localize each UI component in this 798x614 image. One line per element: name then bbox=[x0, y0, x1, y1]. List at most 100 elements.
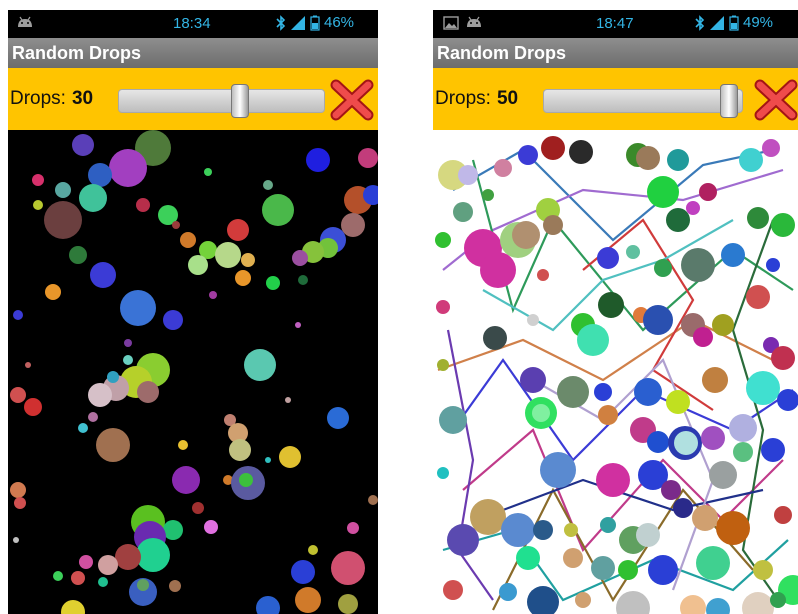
controls-bar: Drops: 30 bbox=[8, 68, 378, 130]
drop bbox=[79, 184, 107, 212]
drop bbox=[169, 580, 181, 592]
drop bbox=[10, 387, 26, 403]
close-icon[interactable] bbox=[754, 79, 798, 121]
drop bbox=[598, 292, 624, 318]
drops-slider[interactable] bbox=[543, 84, 743, 118]
drop bbox=[636, 146, 660, 170]
drop bbox=[338, 594, 358, 614]
slider-knob[interactable] bbox=[231, 84, 249, 118]
drop bbox=[577, 324, 609, 356]
drop bbox=[239, 473, 253, 487]
drop bbox=[180, 232, 196, 248]
drop bbox=[543, 215, 563, 235]
drop bbox=[172, 466, 200, 494]
drop bbox=[701, 426, 725, 450]
drop bbox=[770, 592, 786, 608]
phone-screen-left: 18:34 46% Random Drops Drops: 30 bbox=[8, 10, 378, 614]
drop bbox=[447, 524, 479, 556]
drop bbox=[298, 275, 308, 285]
drop bbox=[766, 258, 780, 272]
drop bbox=[120, 290, 156, 326]
drop bbox=[761, 438, 785, 462]
drop bbox=[594, 383, 612, 401]
drop bbox=[654, 259, 672, 277]
drops-canvas[interactable] bbox=[433, 130, 798, 614]
drop bbox=[458, 165, 478, 185]
drop bbox=[90, 262, 116, 288]
drop bbox=[53, 571, 63, 581]
drop bbox=[483, 326, 507, 350]
drop bbox=[499, 583, 517, 601]
drop bbox=[470, 499, 506, 535]
drop bbox=[215, 242, 241, 268]
drop bbox=[777, 389, 798, 411]
drop bbox=[44, 201, 82, 239]
drop bbox=[123, 355, 133, 365]
trail bbox=[446, 329, 494, 601]
drop bbox=[661, 480, 681, 500]
drop bbox=[292, 250, 308, 266]
drop bbox=[107, 371, 119, 383]
drop bbox=[753, 560, 773, 580]
drop bbox=[591, 556, 615, 580]
drop bbox=[600, 517, 616, 533]
drop bbox=[25, 362, 31, 368]
bluetooth-icon bbox=[695, 14, 705, 31]
slider-knob[interactable] bbox=[720, 84, 738, 118]
app-title: Random Drops bbox=[437, 43, 567, 63]
drop bbox=[699, 183, 717, 201]
drop bbox=[666, 390, 690, 414]
drop bbox=[616, 591, 650, 614]
drop bbox=[692, 505, 718, 531]
drops-drawing bbox=[10, 130, 378, 614]
drop bbox=[285, 397, 291, 403]
drop bbox=[33, 200, 43, 210]
drop bbox=[88, 412, 98, 422]
drop bbox=[702, 367, 728, 393]
drops-slider[interactable] bbox=[118, 84, 325, 118]
drop bbox=[774, 506, 792, 524]
close-icon[interactable] bbox=[330, 79, 374, 121]
status-time: 18:34 bbox=[173, 15, 211, 32]
drop bbox=[721, 243, 745, 267]
drop bbox=[45, 284, 61, 300]
drop bbox=[14, 497, 26, 509]
controls-bar: Drops: 50 bbox=[433, 68, 798, 130]
drop bbox=[709, 461, 737, 489]
drop bbox=[61, 600, 85, 614]
drop bbox=[227, 219, 249, 241]
drop bbox=[618, 560, 638, 580]
drop bbox=[634, 378, 662, 406]
drop bbox=[674, 431, 698, 455]
drop bbox=[55, 182, 71, 198]
android-icon bbox=[467, 16, 481, 27]
drop bbox=[532, 404, 550, 422]
drop bbox=[494, 159, 512, 177]
drops-canvas[interactable] bbox=[8, 130, 378, 614]
drop bbox=[136, 538, 170, 572]
drop bbox=[636, 523, 660, 547]
drops-count: 30 bbox=[71, 88, 94, 109]
drop bbox=[98, 577, 108, 587]
drop bbox=[762, 139, 780, 157]
drop bbox=[771, 213, 795, 237]
drop bbox=[706, 598, 730, 614]
drops-drawing bbox=[435, 136, 798, 614]
drop bbox=[265, 457, 271, 463]
drop bbox=[648, 555, 678, 585]
drop bbox=[32, 174, 44, 186]
drop bbox=[347, 522, 359, 534]
battery-percent: 49% bbox=[743, 14, 774, 31]
drop bbox=[563, 548, 583, 568]
drop bbox=[71, 571, 85, 585]
drop bbox=[686, 201, 700, 215]
drops-count: 50 bbox=[496, 88, 519, 109]
drop bbox=[643, 305, 673, 335]
drop bbox=[79, 555, 93, 569]
gallery-icon bbox=[443, 16, 459, 30]
drop bbox=[88, 163, 112, 187]
drop bbox=[295, 322, 301, 328]
app-title-bar: Random Drops bbox=[433, 38, 798, 69]
drop bbox=[742, 592, 774, 614]
drop bbox=[69, 246, 87, 264]
